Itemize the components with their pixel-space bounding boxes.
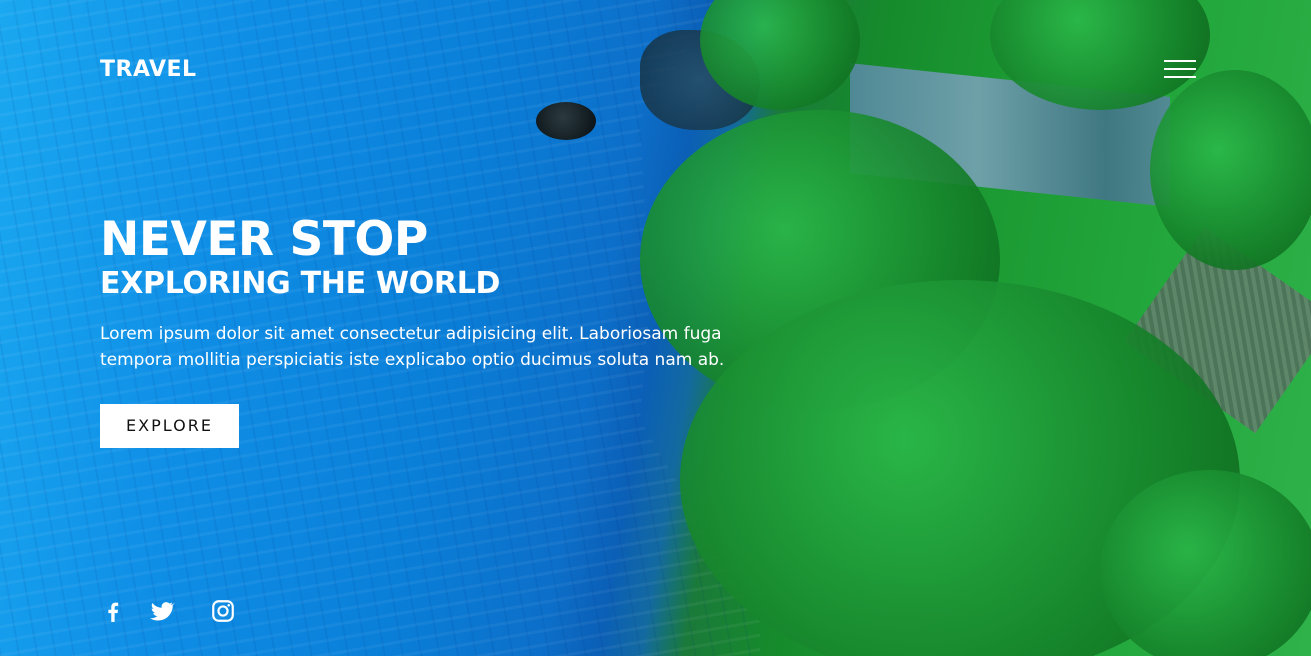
hero-subheadline: EXPLORING THE WORLD bbox=[100, 266, 501, 301]
site-logo[interactable]: TRAVEL bbox=[100, 57, 197, 82]
menu-bar bbox=[1164, 60, 1196, 62]
hamburger-menu-icon[interactable] bbox=[1164, 58, 1196, 82]
menu-bar bbox=[1164, 68, 1196, 70]
hero-description: Lorem ipsum dolor sit amet consectetur a… bbox=[100, 324, 725, 370]
hero-headline: NEVER STOP bbox=[100, 212, 428, 267]
rock-in-water bbox=[536, 102, 596, 140]
menu-bar bbox=[1164, 76, 1196, 78]
instagram-icon[interactable] bbox=[210, 598, 236, 624]
tree-canopy bbox=[1150, 70, 1311, 270]
facebook-icon[interactable] bbox=[100, 598, 126, 624]
hero-content: NEVER STOP EXPLORING THE WORLD Lorem ips… bbox=[100, 213, 780, 448]
hero-section: TRAVEL NEVER STOP EXPLORING THE WORLD Lo… bbox=[0, 0, 1311, 656]
explore-button[interactable]: EXPLORE bbox=[100, 404, 239, 448]
twitter-icon[interactable] bbox=[149, 598, 175, 624]
